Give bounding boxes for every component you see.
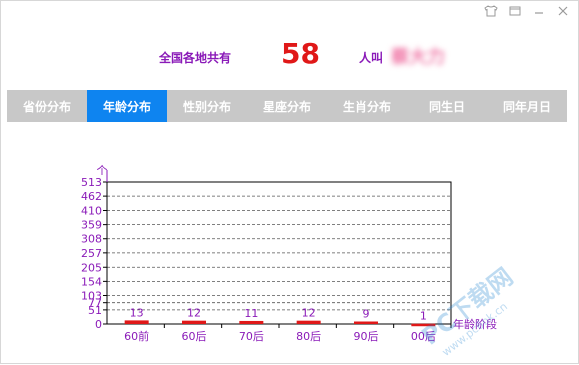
y-tick-label: 410: [81, 205, 102, 218]
bar-value-label: 13: [130, 306, 144, 319]
category-label: 80后: [296, 330, 321, 343]
bar-60前: [124, 320, 149, 324]
bar-70后: [239, 320, 264, 324]
bar-value-label: 9: [363, 308, 370, 321]
category-label: 60后: [182, 330, 207, 343]
category-label: 00后: [411, 330, 436, 343]
y-tick-label: 462: [81, 190, 102, 203]
bar-value-label: 12: [302, 307, 316, 320]
y-tick-label: 257: [81, 247, 102, 260]
bar-60后: [182, 320, 206, 324]
category-label: 70后: [239, 330, 264, 343]
bar-value-label: 11: [244, 307, 258, 320]
bar-value-label: 12: [187, 307, 201, 320]
y-tick-label: 205: [81, 261, 102, 274]
app-window: 全国各地共有 58 人叫 蔡大力 省份分布 年龄分布 性别分布 星座分布 生肖分布 同生日…: [0, 0, 579, 364]
x-axis-title: 年龄阶段: [453, 317, 497, 331]
category-label: 60前: [124, 329, 149, 343]
age-distribution-chart: 05177103154205257308359410462513个1360前12…: [81, 164, 497, 343]
y-tick-label: 103: [81, 289, 102, 302]
bar-value-label: 1: [420, 310, 427, 323]
y-tick-label: 0: [95, 318, 102, 331]
y-tick-label: 359: [81, 219, 102, 232]
y-tick-label: 154: [81, 275, 102, 288]
y-tick-label: 308: [81, 233, 102, 246]
bar-90后: [354, 321, 378, 325]
category-label: 90后: [354, 330, 379, 343]
y-tick-label: 513: [81, 176, 102, 189]
bar-00后: [411, 323, 436, 327]
bar-80后: [296, 320, 321, 324]
y-axis-title: 个: [97, 164, 108, 177]
